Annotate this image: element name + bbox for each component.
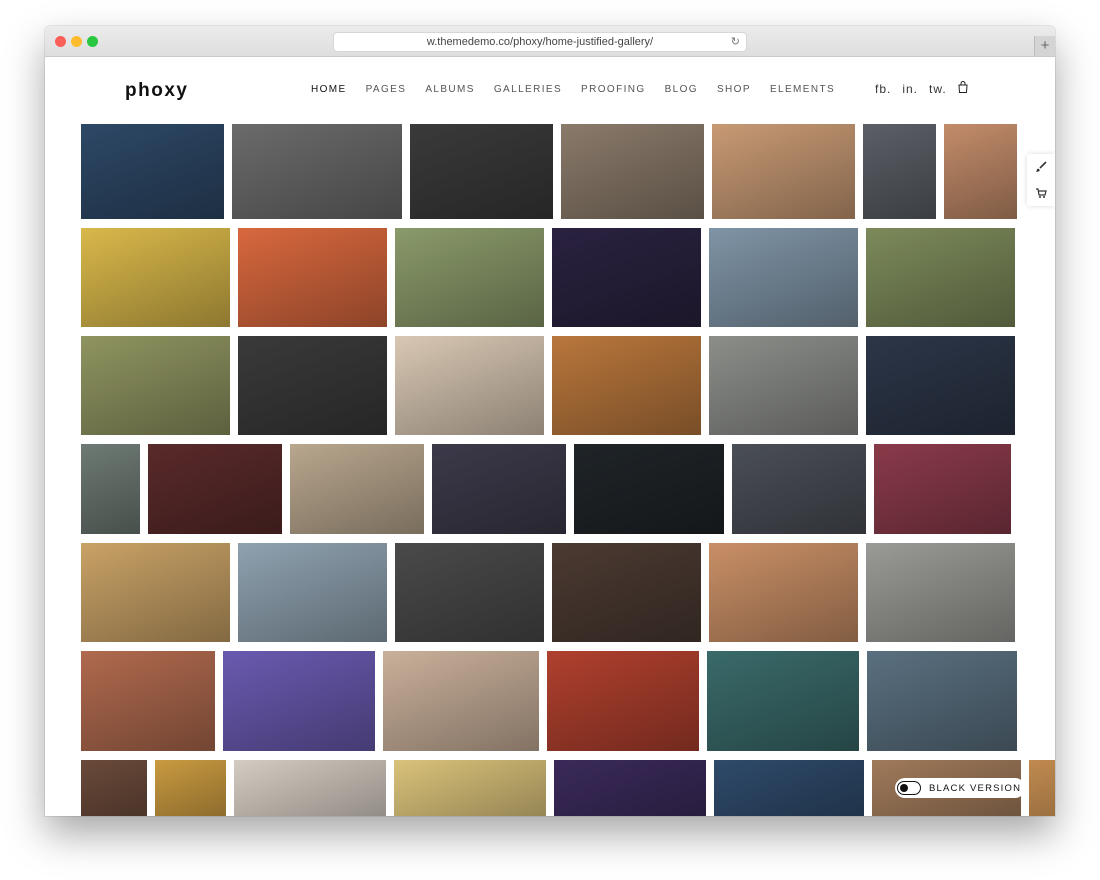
gallery-photo[interactable] <box>395 228 544 327</box>
gallery-photo[interactable] <box>707 651 859 751</box>
gallery-photo[interactable] <box>395 543 544 642</box>
gallery-photo[interactable] <box>866 336 1015 435</box>
gallery-photo[interactable] <box>1029 760 1055 816</box>
browser-window: w.themedemo.co/phoxy/home-justified-gall… <box>45 26 1055 816</box>
close-window-button[interactable] <box>55 36 66 47</box>
gallery-photo[interactable] <box>866 543 1015 642</box>
nav-item-home[interactable]: HOME <box>311 84 347 95</box>
gallery-row <box>81 760 1055 816</box>
gallery-photo[interactable] <box>552 228 701 327</box>
gallery-photo[interactable] <box>714 760 864 816</box>
gallery-row <box>81 543 1021 642</box>
shopping-bag-icon[interactable] <box>958 81 968 93</box>
gallery-row <box>81 228 1021 327</box>
justified-gallery <box>81 124 1055 816</box>
browser-toolbar: w.themedemo.co/phoxy/home-justified-gall… <box>45 26 1055 57</box>
gallery-photo[interactable] <box>383 651 539 751</box>
paintbrush-icon[interactable] <box>1027 154 1055 180</box>
gallery-photo[interactable] <box>863 124 936 219</box>
gallery-photo[interactable] <box>432 444 566 534</box>
main-nav: HOME PAGES ALBUMS GALLERIES PROOFING BLO… <box>311 84 854 95</box>
gallery-row <box>81 651 1021 751</box>
black-version-toggle[interactable]: BLACK VERSION <box>895 778 1026 798</box>
gallery-row <box>81 124 1021 219</box>
gallery-photo[interactable] <box>290 444 424 534</box>
gallery-photo[interactable] <box>554 760 706 816</box>
site-logo[interactable]: phoxy <box>125 80 188 102</box>
toggle-switch-icon[interactable] <box>897 781 921 795</box>
gallery-photo[interactable] <box>552 543 701 642</box>
social-facebook-link[interactable]: fb. <box>875 82 891 96</box>
nav-item-proofing[interactable]: PROOFING <box>581 84 646 95</box>
gallery-photo[interactable] <box>561 124 704 219</box>
nav-item-shop[interactable]: SHOP <box>717 84 751 95</box>
gallery-row <box>81 444 1021 534</box>
reload-icon[interactable]: ↻ <box>731 33 740 51</box>
nav-item-elements[interactable]: ELEMENTS <box>770 84 835 95</box>
gallery-photo[interactable] <box>238 228 387 327</box>
nav-item-blog[interactable]: BLOG <box>665 84 698 95</box>
gallery-photo[interactable] <box>709 228 858 327</box>
gallery-photo[interactable] <box>410 124 553 219</box>
new-tab-button[interactable]: + <box>1034 36 1055 56</box>
gallery-photo[interactable] <box>81 760 147 816</box>
gallery-photo[interactable] <box>81 444 140 534</box>
gallery-photo[interactable] <box>81 124 224 219</box>
gallery-photo[interactable] <box>234 760 386 816</box>
gallery-photo[interactable] <box>552 336 701 435</box>
gallery-photo[interactable] <box>732 444 866 534</box>
social-instagram-link[interactable]: in. <box>902 82 918 96</box>
gallery-photo[interactable] <box>81 543 230 642</box>
cart-icon[interactable] <box>1027 180 1055 206</box>
gallery-photo[interactable] <box>81 336 230 435</box>
side-tools <box>1027 154 1055 206</box>
gallery-photo[interactable] <box>712 124 855 219</box>
gallery-photo[interactable] <box>148 444 282 534</box>
nav-item-albums[interactable]: ALBUMS <box>425 84 475 95</box>
social-links: fb. in. tw. <box>875 81 968 96</box>
gallery-photo[interactable] <box>867 651 1017 751</box>
gallery-photo[interactable] <box>223 651 375 751</box>
address-bar[interactable]: w.themedemo.co/phoxy/home-justified-gall… <box>333 32 747 52</box>
gallery-photo[interactable] <box>238 543 387 642</box>
gallery-photo[interactable] <box>944 124 1017 219</box>
gallery-photo[interactable] <box>394 760 546 816</box>
gallery-photo[interactable] <box>874 444 1011 534</box>
gallery-photo[interactable] <box>547 651 699 751</box>
nav-item-galleries[interactable]: GALLERIES <box>494 84 562 95</box>
gallery-row <box>81 336 1021 435</box>
gallery-photo[interactable] <box>395 336 544 435</box>
gallery-photo[interactable] <box>81 228 230 327</box>
site-page: phoxy HOME PAGES ALBUMS GALLERIES PROOFI… <box>45 57 1055 816</box>
gallery-photo[interactable] <box>866 228 1015 327</box>
gallery-photo[interactable] <box>709 336 858 435</box>
gallery-photo[interactable] <box>709 543 858 642</box>
gallery-photo[interactable] <box>238 336 387 435</box>
gallery-photo[interactable] <box>574 444 724 534</box>
gallery-photo[interactable] <box>232 124 402 219</box>
nav-item-pages[interactable]: PAGES <box>366 84 407 95</box>
gallery-photo[interactable] <box>81 651 215 751</box>
url-text: w.themedemo.co/phoxy/home-justified-gall… <box>426 36 654 48</box>
gallery-photo[interactable] <box>155 760 226 816</box>
minimize-window-button[interactable] <box>71 36 82 47</box>
black-version-label: BLACK VERSION <box>929 782 1022 794</box>
zoom-window-button[interactable] <box>87 36 98 47</box>
social-twitter-link[interactable]: tw. <box>929 82 947 96</box>
